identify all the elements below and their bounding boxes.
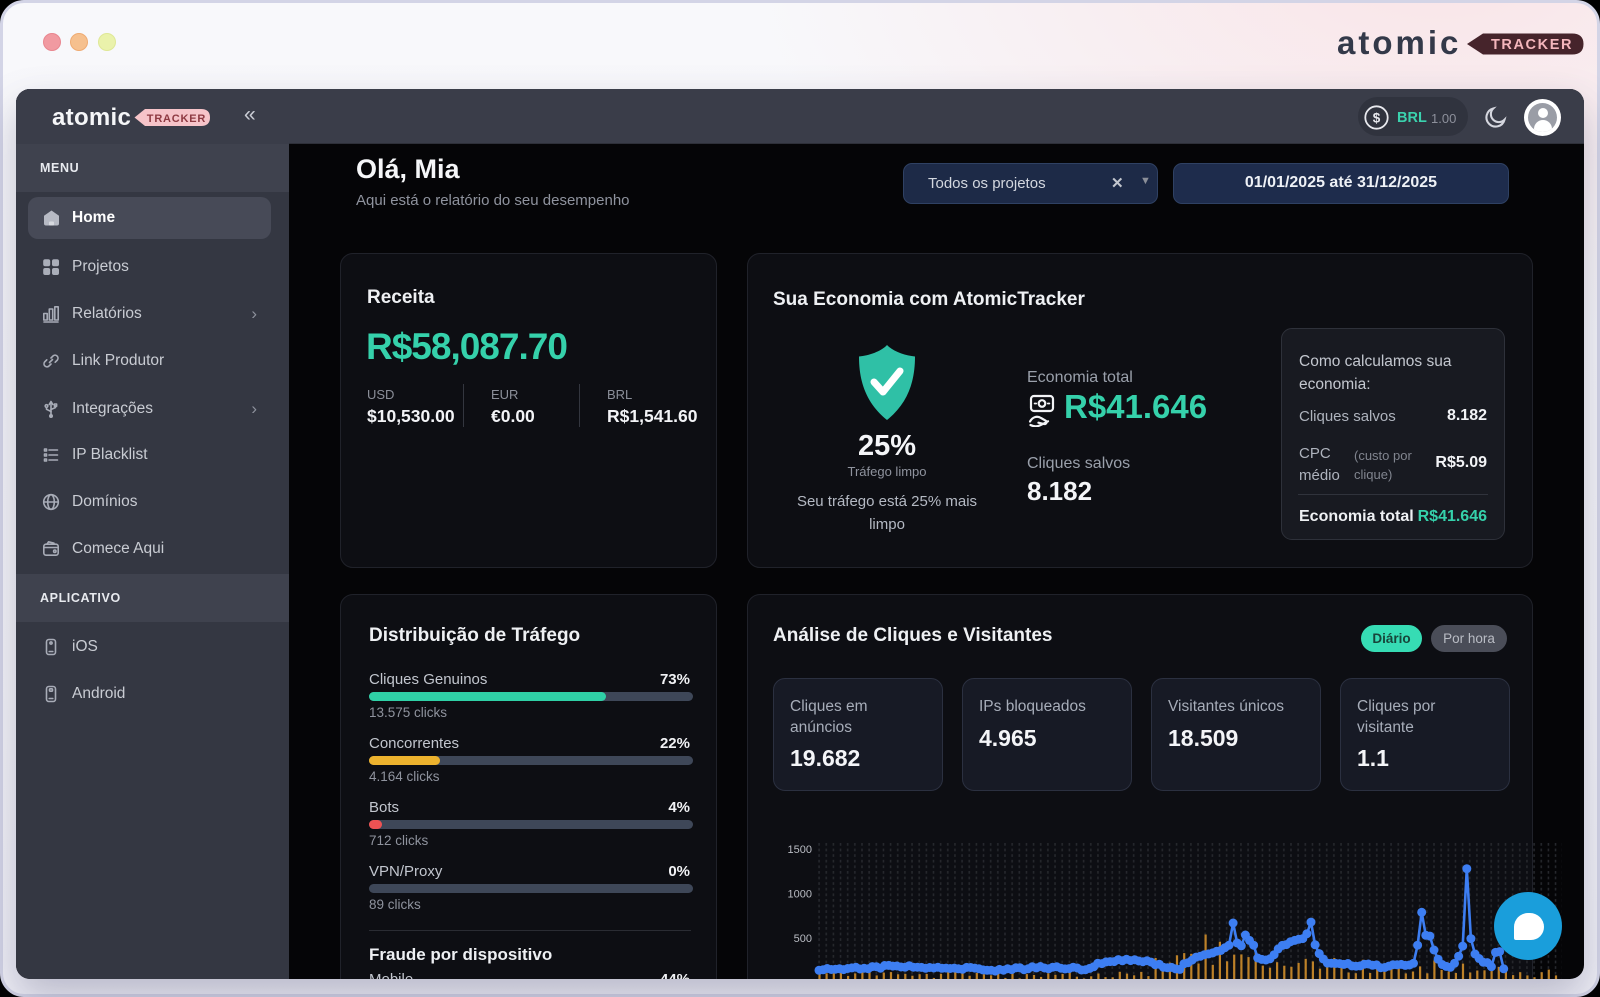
svg-text:1000: 1000 [788, 889, 812, 901]
svg-text:1500: 1500 [788, 844, 812, 856]
svg-text:TRACKER: TRACKER [1491, 37, 1573, 53]
svg-text:500: 500 [794, 933, 812, 945]
svg-text:$: $ [1373, 110, 1381, 125]
svg-text:TRACKER: TRACKER [147, 113, 206, 125]
